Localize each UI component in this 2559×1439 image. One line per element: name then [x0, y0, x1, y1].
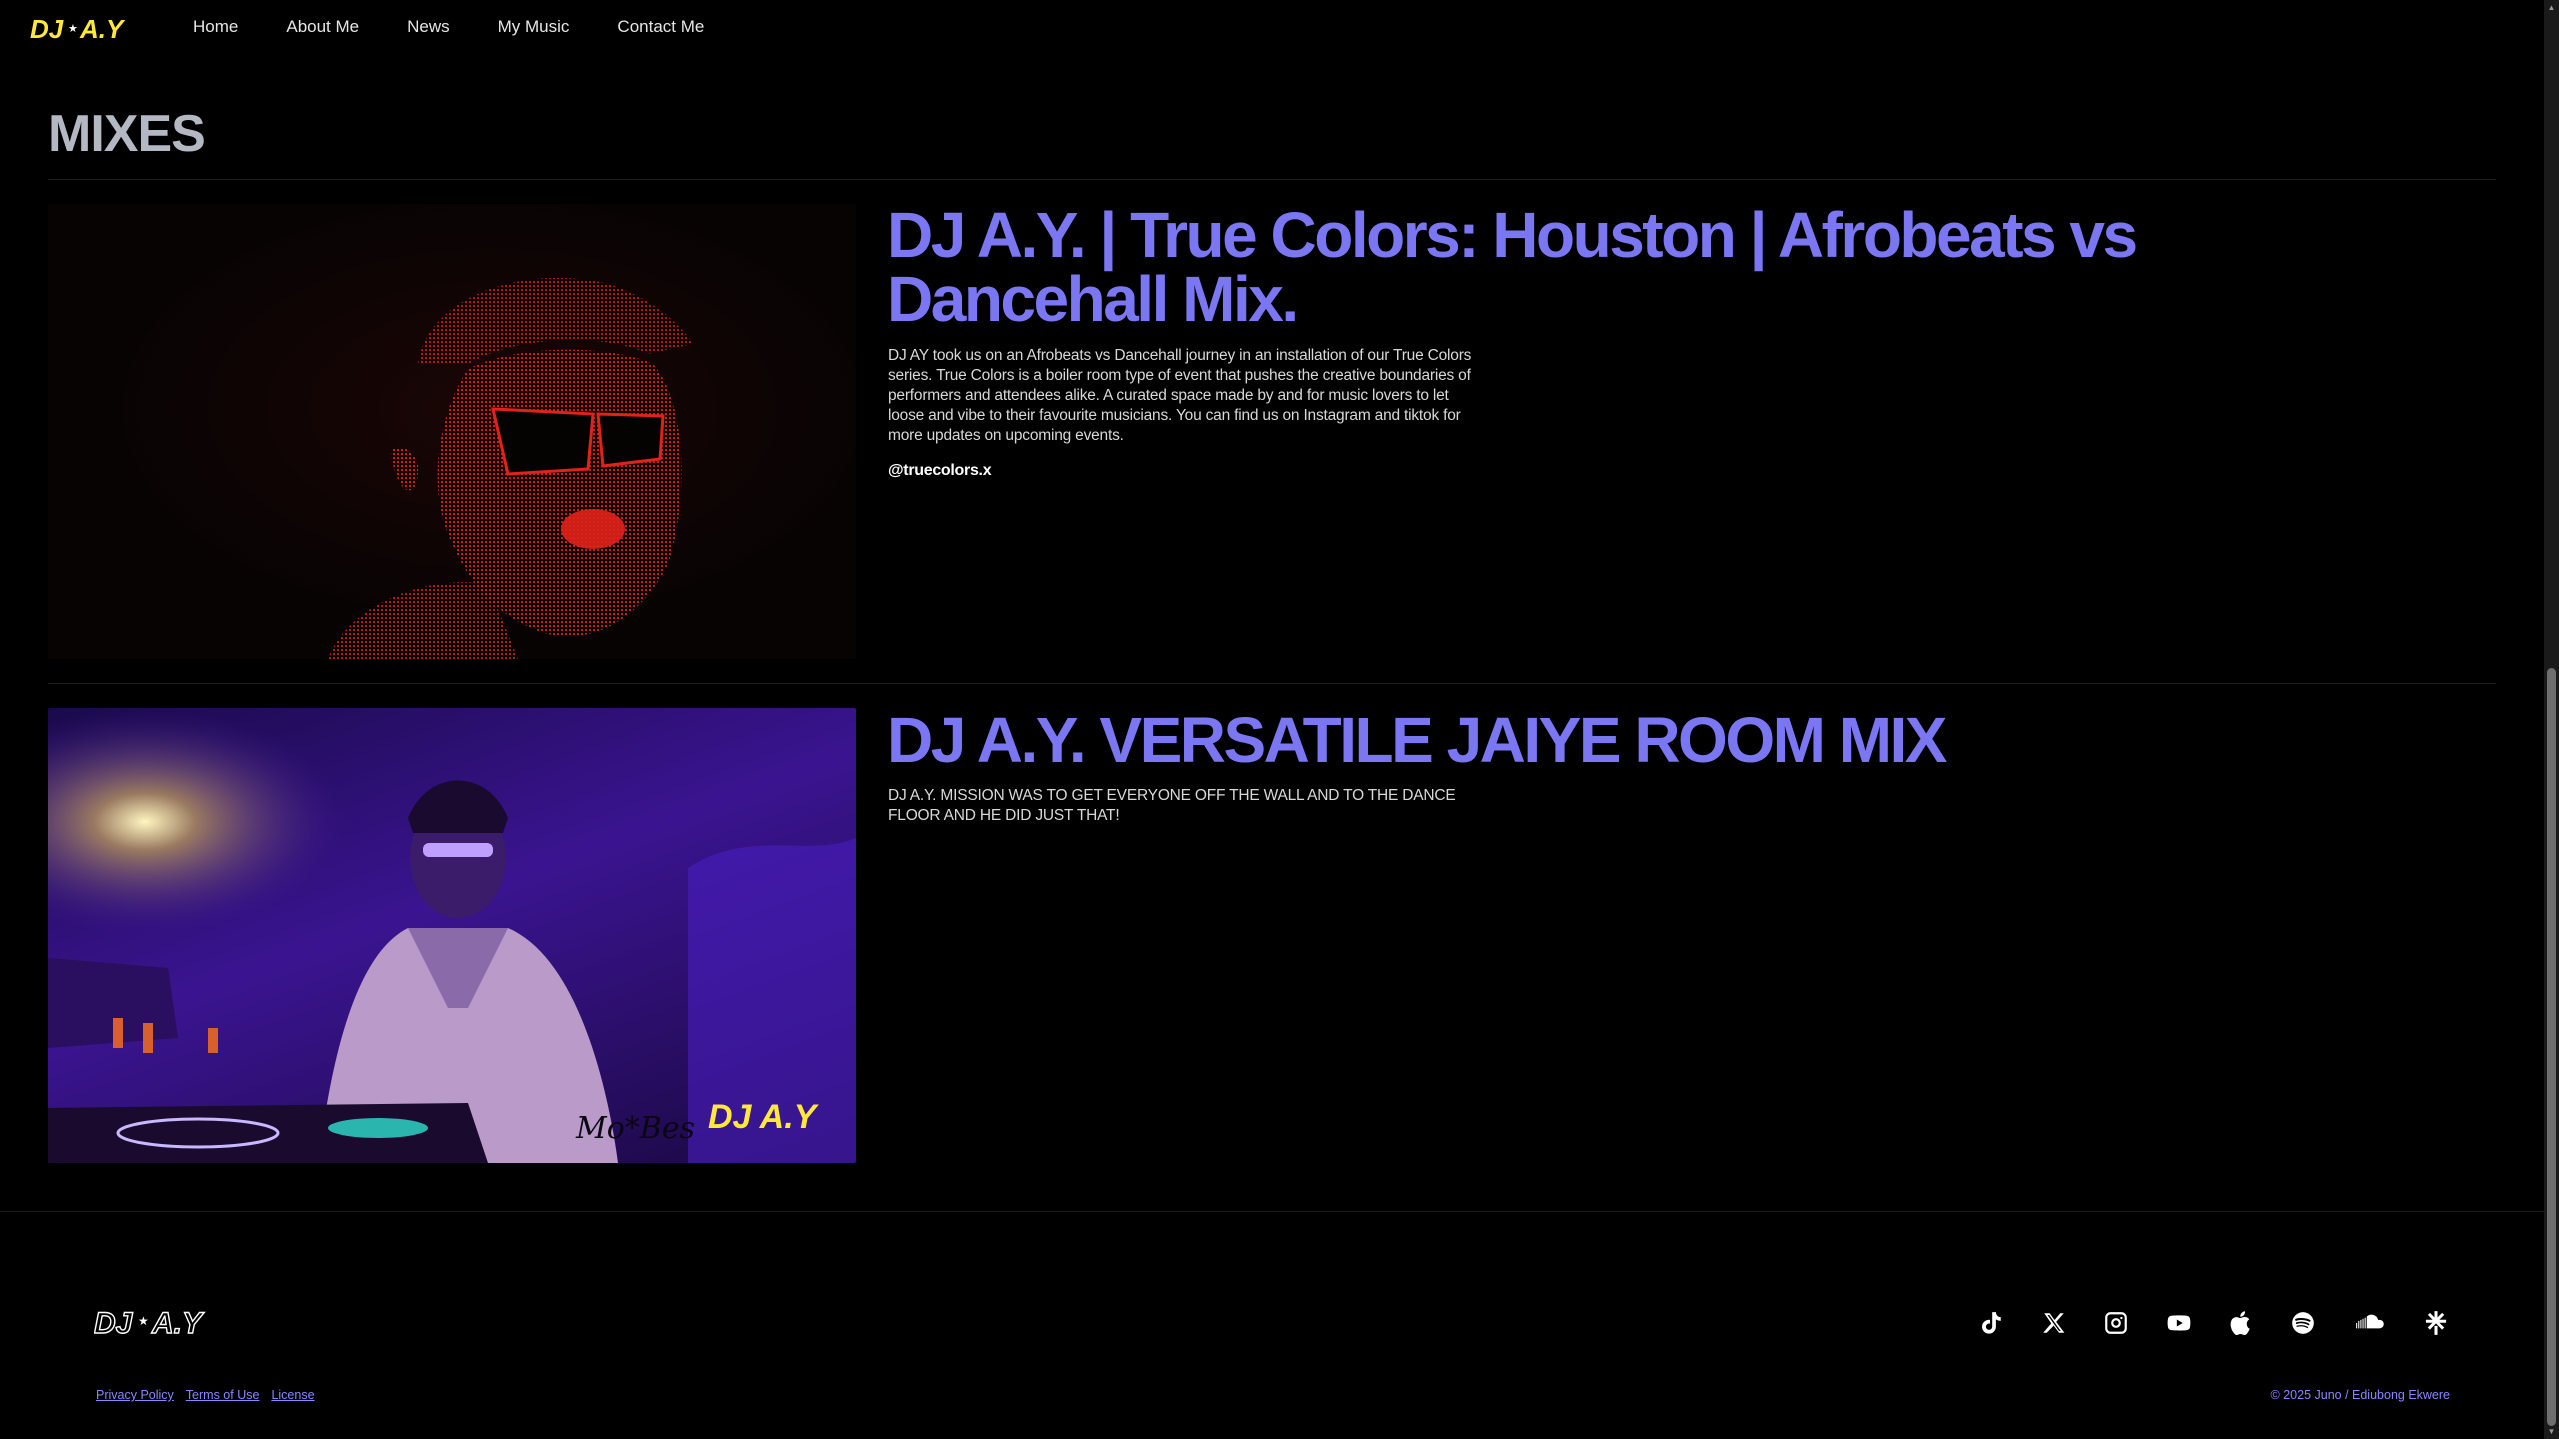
watermark-mobes: Mo*Bes — [575, 1111, 695, 1146]
top-nav: DJ ★ A.Y Home About Me News My Music Con… — [0, 0, 2544, 58]
linktree-icon[interactable] — [2421, 1308, 2451, 1338]
svg-text:DJ: DJ — [94, 1307, 134, 1340]
terms-of-use-link[interactable]: Terms of Use — [186, 1388, 260, 1402]
footer-divider — [0, 1211, 2544, 1212]
nav-about-me[interactable]: About Me — [286, 17, 359, 37]
mix-thumbnail-true-colors[interactable] — [48, 204, 856, 659]
site-logo[interactable]: DJ ★ A.Y — [30, 12, 128, 46]
red-portrait-image — [48, 204, 856, 659]
nav-links: Home About Me News My Music Contact Me — [193, 17, 752, 37]
section-title: MIXES — [48, 105, 206, 163]
mix-thumbnail-jaiye-room[interactable]: Mo*Bes DJ A.Y — [48, 708, 856, 1163]
svg-text:★: ★ — [68, 23, 78, 35]
svg-text:DJ: DJ — [30, 14, 64, 44]
nav-news[interactable]: News — [407, 17, 450, 37]
svg-text:A.Y: A.Y — [151, 1307, 205, 1340]
instagram-icon[interactable] — [2101, 1308, 2131, 1338]
youtube-icon[interactable] — [2164, 1308, 2194, 1338]
svg-text:★: ★ — [138, 1314, 149, 1328]
privacy-policy-link[interactable]: Privacy Policy — [96, 1388, 174, 1402]
mix-title-true-colors[interactable]: DJ A.Y. | True Colors: Houston | Afrobea… — [887, 203, 2307, 331]
dj-performance-image: Mo*Bes DJ A.Y — [48, 708, 856, 1163]
soundcloud-icon[interactable] — [2353, 1308, 2389, 1338]
svg-text:A.Y: A.Y — [79, 14, 126, 44]
spotify-icon[interactable] — [2288, 1308, 2318, 1338]
tiktok-icon[interactable] — [1976, 1308, 2006, 1338]
page-scrollbar[interactable]: ▲ ▼ — [2544, 0, 2559, 1439]
scroll-up-arrow[interactable]: ▲ — [2547, 3, 2556, 12]
scroll-thumb[interactable] — [2547, 668, 2556, 1426]
mix-description-jaiye-room: DJ A.Y. MISSION WAS TO GET EVERYONE OFF … — [888, 787, 1456, 824]
x-icon[interactable] — [2039, 1308, 2069, 1338]
scroll-down-arrow[interactable]: ▼ — [2547, 1427, 2556, 1436]
watermark-djay: DJ A.Y — [708, 1098, 820, 1136]
legal-links: Privacy Policy Terms of Use License — [96, 1388, 315, 1402]
apple-icon[interactable] — [2227, 1308, 2257, 1338]
mix-handle: @truecolors.x — [888, 462, 992, 479]
nav-my-music[interactable]: My Music — [498, 17, 570, 37]
license-link[interactable]: License — [271, 1388, 314, 1402]
nav-home[interactable]: Home — [193, 17, 238, 37]
section-divider — [48, 179, 2496, 180]
mix-divider — [48, 683, 2496, 684]
footer-logo[interactable]: DJ ★ A.Y — [94, 1303, 214, 1341]
nav-contact-me[interactable]: Contact Me — [617, 17, 704, 37]
mix-description-true-colors: DJ AY took us on an Afrobeats vs Danceha… — [888, 347, 1472, 444]
copyright-text: © 2025 Juno / Ediubong Ekwere — [2270, 1388, 2450, 1402]
mix-title-jaiye-room[interactable]: DJ A.Y. VERSATILE JAIYE ROOM MIX — [887, 708, 2307, 772]
